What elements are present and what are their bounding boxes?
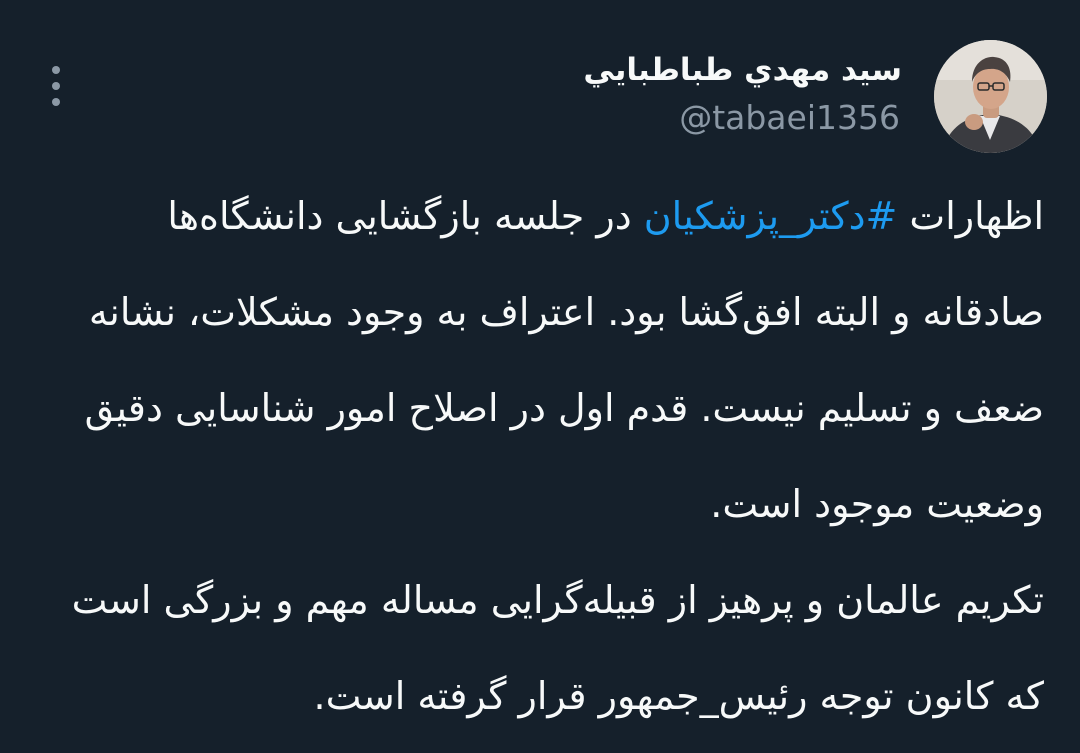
tweet-text-part: اظهارات	[897, 194, 1044, 238]
tweet-text-part: در جلسه بازگشایی دانشگاه‌ها صادقانه و ال…	[84, 194, 1044, 526]
tweet-text: اظهارات #دکتر_پزشکیان در جلسه بازگشایی د…	[44, 168, 1044, 744]
tweet-paragraph-2: تکریم عالمان و پرهیز از قبیله‌گرایی مسال…	[71, 578, 1044, 718]
tweet-header: سيد مهدي طباطبايي @tabaei1356	[0, 40, 1080, 156]
author-name[interactable]: سيد مهدي طباطبايي	[583, 52, 902, 88]
avatar[interactable]	[934, 40, 1047, 153]
tweet-paragraph-1: اظهارات #دکتر_پزشکیان در جلسه بازگشایی د…	[44, 168, 1044, 552]
hashtag-link[interactable]: #دکتر_پزشکیان	[644, 194, 898, 238]
author-handle[interactable]: @tabaei1356	[679, 98, 900, 137]
more-icon[interactable]	[42, 64, 70, 108]
profile-photo	[934, 40, 1047, 153]
